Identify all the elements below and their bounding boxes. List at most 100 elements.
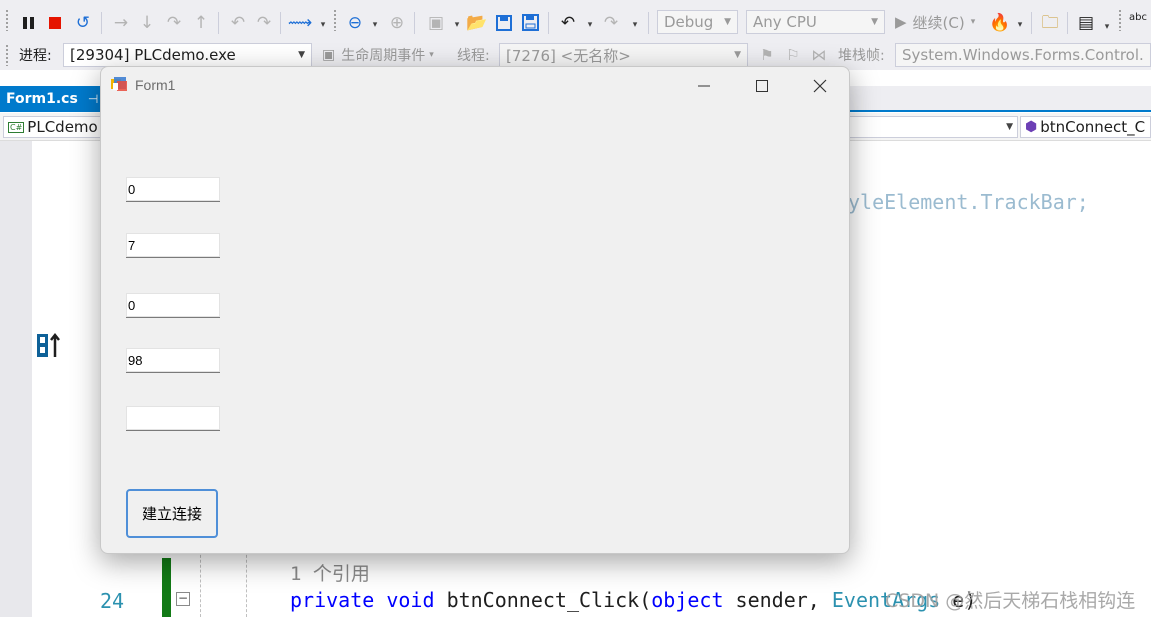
- new-item-icon[interactable]: ▣: [425, 12, 447, 34]
- chevron-down-icon[interactable]: ▾: [585, 14, 595, 36]
- pin-icon[interactable]: ⊣: [88, 92, 98, 106]
- pause-icon[interactable]: [18, 12, 40, 34]
- spell-check-label: abc: [1129, 12, 1147, 23]
- chevron-down-icon: ▾: [970, 17, 976, 27]
- textbox-5[interactable]: [126, 406, 220, 431]
- line-number: 24: [100, 589, 125, 613]
- navigate-forward-icon[interactable]: ⊕: [386, 12, 408, 34]
- spell-check-button[interactable]: abc: [1129, 12, 1151, 34]
- step-into-icon[interactable]: ↓: [136, 12, 158, 34]
- chevron-down-icon: ▼: [724, 17, 731, 27]
- thread-value: [7276] <无名称>: [506, 46, 631, 65]
- maximize-button[interactable]: [733, 67, 791, 105]
- chevron-down-icon: ▼: [734, 50, 741, 60]
- process-select[interactable]: [29304] PLCdemo.exe ▼: [63, 43, 312, 67]
- show-next-statement-icon[interactable]: →: [110, 12, 132, 34]
- solution-explorer-icon[interactable]: 🗀: [1039, 12, 1061, 34]
- window-layout-icon[interactable]: ▤: [1075, 12, 1097, 34]
- solution-platform-value: Any CPU: [753, 13, 817, 31]
- separator: [280, 12, 281, 34]
- process-value: [29304] PLCdemo.exe: [70, 46, 236, 64]
- separator: [101, 12, 102, 34]
- collapse-toggle[interactable]: −: [176, 592, 190, 606]
- save-icon[interactable]: [493, 12, 515, 34]
- separator: [648, 12, 649, 34]
- restart-icon[interactable]: ↺: [72, 12, 94, 34]
- project-value: PLCdemo: [27, 118, 98, 136]
- method-icon: ⬢: [1025, 119, 1038, 135]
- chevron-down-icon[interactable]: ▾: [630, 14, 640, 36]
- textbox-4[interactable]: [126, 348, 220, 373]
- csharp-project-icon: C#: [8, 121, 25, 133]
- minimize-button[interactable]: [675, 67, 733, 105]
- tab-form1-cs[interactable]: Form1.cs ⊣: [0, 86, 102, 112]
- navigate-back-icon[interactable]: ⊖: [344, 12, 366, 34]
- codelens-references[interactable]: 1 个引用: [290, 559, 370, 586]
- separator: [1031, 12, 1032, 34]
- step-over-icon[interactable]: ↷: [163, 12, 185, 34]
- form1-window: Form1 建立连接: [100, 66, 850, 554]
- parameter: sender,: [723, 588, 832, 612]
- textbox-2[interactable]: [126, 233, 220, 258]
- chevron-down-icon[interactable]: ▾: [1102, 16, 1112, 38]
- chevron-down-icon: ▼: [298, 50, 305, 60]
- toolbar-grip[interactable]: [333, 9, 337, 31]
- flag-icon[interactable]: ⚑: [756, 44, 778, 66]
- redo-step-icon[interactable]: ↷: [253, 12, 275, 34]
- close-icon: [813, 79, 827, 93]
- thread-select[interactable]: [7276] <无名称> ▼: [499, 43, 748, 67]
- chevron-down-icon: ▾: [429, 50, 434, 60]
- keyword: private: [290, 588, 375, 612]
- chevron-down-icon[interactable]: ▾: [318, 14, 328, 36]
- separator: [1067, 12, 1068, 34]
- stack-frame-label: 堆栈帧:: [838, 48, 885, 64]
- solution-platform-select[interactable]: Any CPU ▼: [746, 10, 885, 34]
- breakpoints-icon[interactable]: ⟿: [288, 12, 312, 34]
- textbox-1[interactable]: [126, 177, 220, 202]
- perf-tips-icon[interactable]: [36, 331, 64, 359]
- textbox-3[interactable]: [126, 293, 220, 318]
- connect-button[interactable]: 建立连接: [126, 489, 218, 538]
- stack-frame-select[interactable]: System.Windows.Forms.Control.M: [895, 43, 1151, 67]
- indent-guide: [246, 545, 247, 617]
- toolbar-grip[interactable]: [5, 9, 9, 31]
- thread-label: 线程:: [457, 48, 490, 64]
- solution-configuration-value: Debug: [664, 13, 714, 31]
- redo-icon[interactable]: ↷: [600, 12, 622, 34]
- hot-reload-icon[interactable]: 🔥: [989, 12, 1011, 34]
- undo-step-icon[interactable]: ↶: [227, 12, 249, 34]
- form1-titlebar[interactable]: Form1: [101, 67, 849, 105]
- tab-label: Form1.cs: [6, 91, 78, 107]
- solution-configuration-select[interactable]: Debug ▼: [657, 10, 738, 34]
- member-select[interactable]: ⬢ btnConnect_C: [1020, 116, 1151, 138]
- minimize-icon: [698, 85, 710, 87]
- process-label: 进程:: [19, 48, 52, 64]
- close-button[interactable]: [791, 67, 849, 105]
- lifecycle-events-button[interactable]: ▣ 生命周期事件 ▾: [322, 44, 434, 66]
- debug-toolbar: ↺ → ↓ ↷ ↑ ↶ ↷ ⟿ ▾ ⊖ ▾ ⊕ ▣ ▾ 📂 ↶ ▾ ↷ ▾ De…: [0, 0, 1151, 40]
- chevron-down-icon[interactable]: ▾: [370, 14, 380, 36]
- change-marker: [162, 558, 171, 617]
- form-title: Form1: [135, 77, 176, 93]
- separator: [548, 12, 549, 34]
- continue-button[interactable]: ▶ 继续(C) ▾: [895, 10, 975, 34]
- save-all-icon[interactable]: [520, 12, 542, 34]
- chevron-down-icon[interactable]: ▾: [1015, 14, 1025, 36]
- open-folder-icon[interactable]: 📂: [466, 12, 488, 34]
- filter-threads-icon[interactable]: ⋈: [808, 44, 830, 66]
- continue-label: 继续(C): [912, 13, 965, 32]
- stop-icon[interactable]: [44, 12, 66, 34]
- member-value: btnConnect_C: [1040, 118, 1146, 136]
- code-fragment: yleElement.TrackBar;: [848, 190, 1089, 214]
- toolbar-grip[interactable]: [5, 44, 9, 66]
- stack-frame-value: System.Windows.Forms.Control.M: [902, 46, 1144, 64]
- undo-icon[interactable]: ↶: [557, 12, 579, 34]
- chevron-down-icon[interactable]: ▾: [452, 14, 462, 36]
- separator: [414, 12, 415, 34]
- type-select[interactable]: ▼: [850, 116, 1018, 138]
- toolbar-grip[interactable]: [1118, 9, 1122, 31]
- step-out-icon[interactable]: ↑: [190, 12, 212, 34]
- thread-flag-icon[interactable]: ⚐: [782, 44, 804, 66]
- method-name: btnConnect_Click(: [446, 588, 652, 612]
- keyword: object: [651, 588, 724, 612]
